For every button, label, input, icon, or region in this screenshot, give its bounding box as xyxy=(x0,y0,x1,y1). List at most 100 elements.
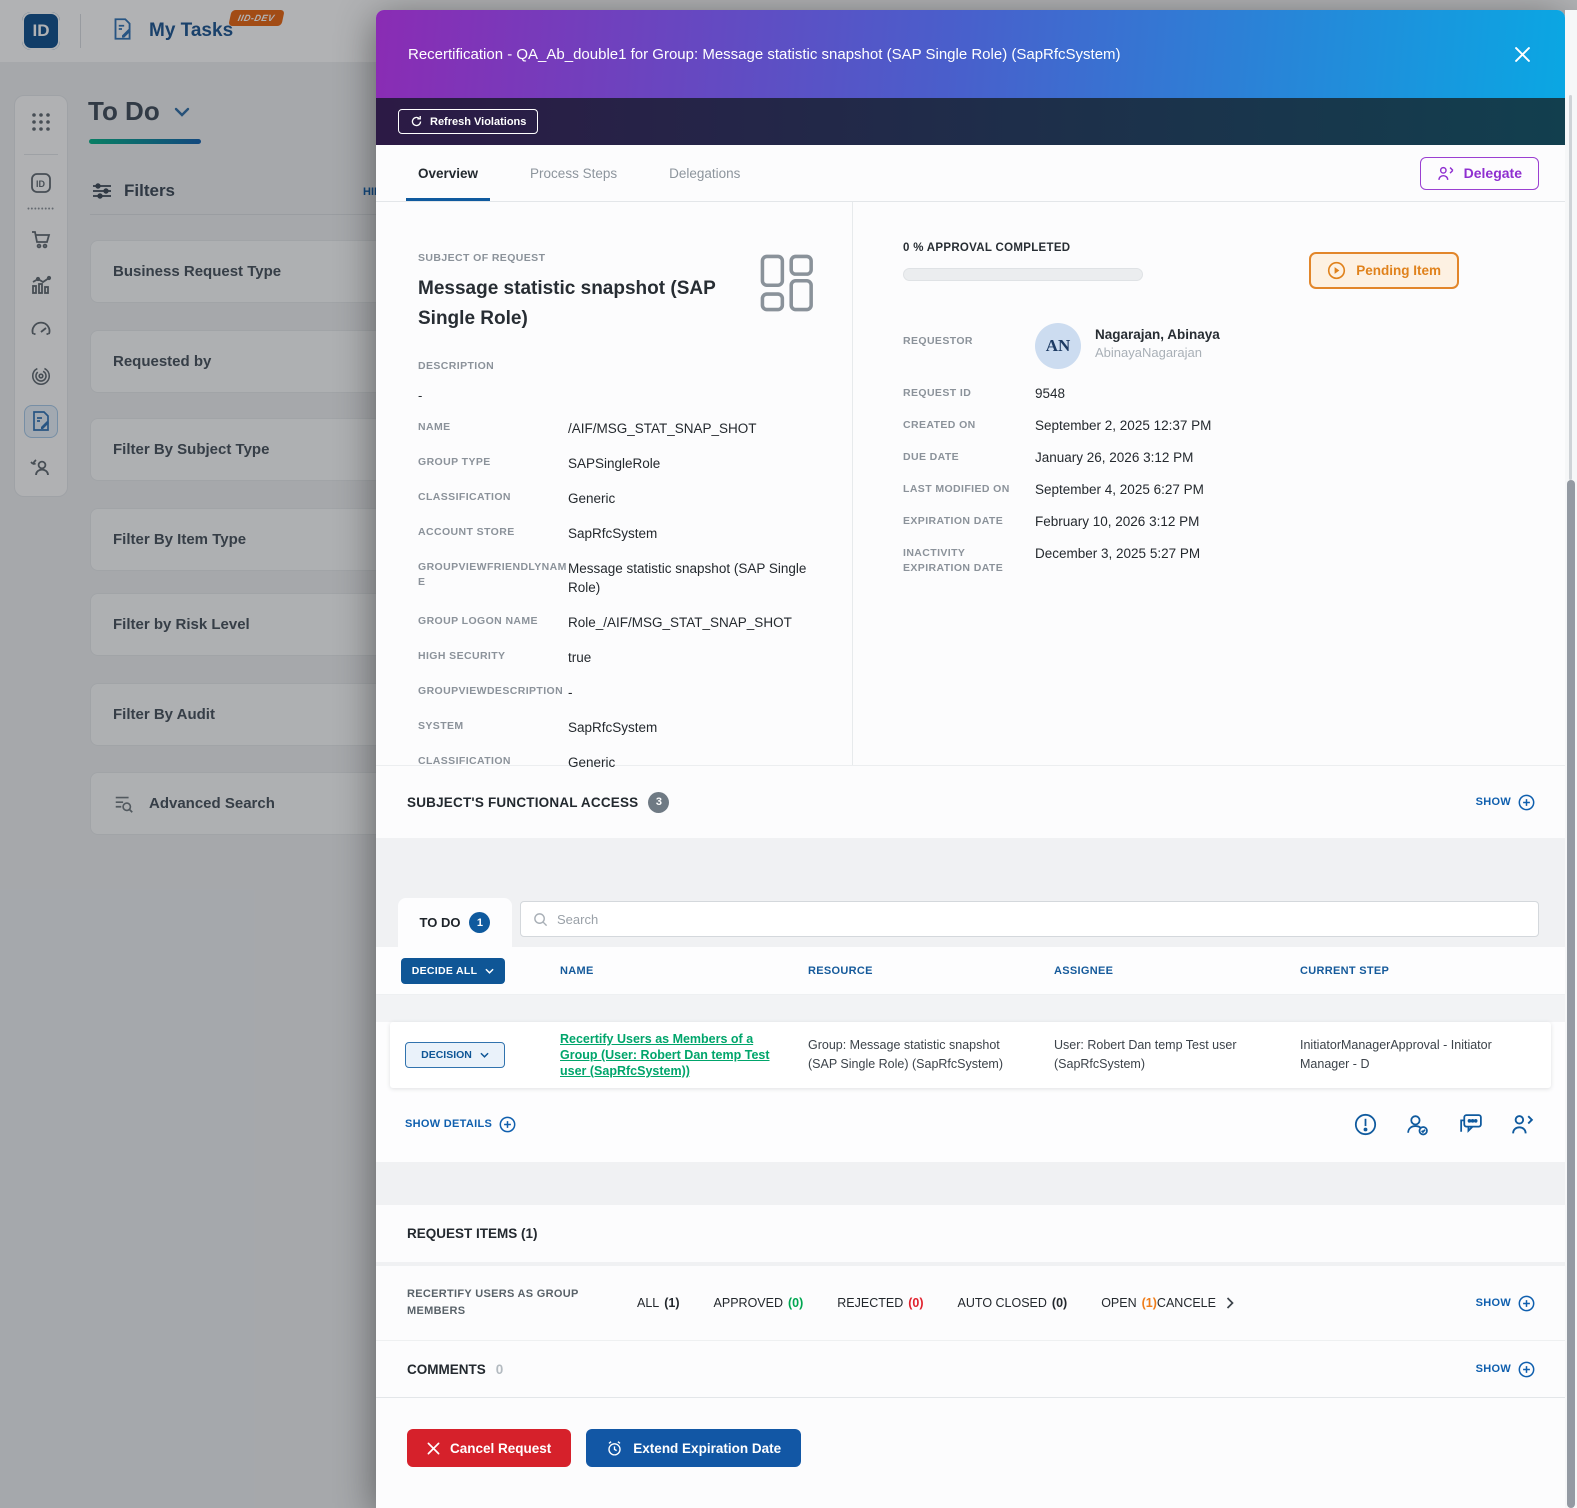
comments-title: COMMENTS xyxy=(407,1361,486,1377)
stat-label: ALL xyxy=(637,1296,660,1310)
request-items-title: REQUEST ITEMS (1) xyxy=(407,1226,538,1241)
stat-label: OPEN xyxy=(1101,1296,1137,1310)
search-input[interactable] xyxy=(557,911,1526,927)
meta-row: LAST MODIFIED ON September 4, 2025 6:27 P… xyxy=(903,482,1539,497)
assignee-check-icon[interactable] xyxy=(1404,1112,1431,1137)
attribute-value: SapRfcSystem xyxy=(568,526,658,541)
meta-value: 9548 xyxy=(1035,386,1066,401)
attribute-row: CLASSIFICATION Generic xyxy=(418,489,826,508)
delegate-user-icon[interactable] xyxy=(1510,1112,1535,1136)
stat-item[interactable]: APPROVED (0) xyxy=(714,1296,804,1310)
attribute-row: GROUP TYPE SAPSingleRole xyxy=(418,454,826,473)
attribute-value: Generic xyxy=(568,755,616,770)
row-current-step: InitiatorManagerApproval - Initiator Man… xyxy=(1300,1038,1492,1071)
column-header-resource[interactable]: RESOURCE xyxy=(808,965,1054,977)
meta-label: CREATED ON xyxy=(903,419,976,431)
delegate-user-icon xyxy=(1437,166,1453,180)
chevron-right-icon xyxy=(1226,1297,1234,1309)
avatar: AN xyxy=(1035,323,1081,369)
functional-access-title: SUBJECT'S FUNCTIONAL ACCESS xyxy=(407,794,639,810)
column-header-name[interactable]: NAME xyxy=(560,965,808,977)
plus-circle-icon xyxy=(1518,1361,1535,1377)
subject-details-column: SUBJECT OF REQUEST Message statistic sna… xyxy=(376,202,853,770)
plus-circle-icon xyxy=(1518,1295,1535,1311)
subject-title: Message statistic snapshot (SAP Single R… xyxy=(418,278,716,329)
attribute-label: ACCOUNT STORE xyxy=(418,526,515,538)
section-gap xyxy=(376,1162,1565,1205)
info-alert-icon[interactable] xyxy=(1353,1112,1378,1137)
tab-delegations[interactable]: Delegations xyxy=(669,145,740,201)
stat-item[interactable]: OPEN (1) xyxy=(1101,1296,1157,1310)
canceled-stat[interactable]: CANCELE xyxy=(1157,1296,1234,1310)
overview-section: SUBJECT OF REQUEST Message statistic sna… xyxy=(376,202,1565,770)
recertification-modal: Recertification - QA_Ab_double1 for Grou… xyxy=(376,10,1565,1508)
request-items-row: RECERTIFY USERS AS GROUP MEMBERS ALL (1) A… xyxy=(376,1266,1565,1340)
description-value: - xyxy=(418,388,423,403)
comments-icon[interactable] xyxy=(1457,1112,1484,1137)
meta-label: DUE DATE xyxy=(903,451,960,463)
tab-process-steps[interactable]: Process Steps xyxy=(530,145,617,201)
requestor-username: AbinayaNagarajan xyxy=(1095,345,1202,360)
attribute-label: NAME xyxy=(418,421,451,433)
meta-value: January 26, 2026 3:12 PM xyxy=(1035,450,1194,465)
table-header-row: DECIDE ALL NAME RESOURCE ASSIGNEE CURREN… xyxy=(376,947,1565,995)
todo-tab-band: TO DO 1 xyxy=(376,893,1565,947)
column-header-current-step[interactable]: CURRENT STEP xyxy=(1300,965,1565,977)
modal-title: Recertification - QA_Ab_double1 for Grou… xyxy=(408,45,1121,63)
request-meta-list: REQUEST ID 9548 CREATED ON September 2, 202… xyxy=(903,386,1539,576)
request-items-header: REQUEST ITEMS (1) xyxy=(376,1205,1565,1262)
decide-all-button[interactable]: DECIDE ALL xyxy=(401,957,505,984)
stat-item[interactable]: AUTO CLOSED (0) xyxy=(958,1296,1068,1310)
modal-header: Recertification - QA_Ab_double1 for Grou… xyxy=(376,10,1565,98)
scrollbar-thumb[interactable] xyxy=(1567,480,1575,1508)
attribute-row: ACCOUNT STORE SapRfcSystem xyxy=(418,524,826,543)
meta-value: December 3, 2025 5:27 PM xyxy=(1035,546,1201,561)
meta-label: LAST MODIFIED ON xyxy=(903,483,1010,495)
attribute-value: SapRfcSystem xyxy=(568,720,658,735)
attribute-value: SAPSingleRole xyxy=(568,456,661,471)
table-row-gap xyxy=(376,995,1565,1022)
delegate-button[interactable]: Delegate xyxy=(1419,156,1539,190)
show-details-link[interactable]: SHOW DETAILS xyxy=(405,1116,516,1133)
approval-progress-bar xyxy=(903,268,1143,281)
functional-access-show-link[interactable]: SHOW xyxy=(1476,794,1535,811)
chevron-down-icon xyxy=(480,1052,489,1058)
request-items-show-link[interactable]: SHOW xyxy=(1476,1295,1535,1312)
column-header-assignee[interactable]: ASSIGNEE xyxy=(1054,965,1300,977)
attribute-value: Role_/AIF/MSG_STAT_SNAP_SHOT xyxy=(568,615,792,630)
request-item-stats: ALL (1) APPROVED (0) REJECTED (0) AUTO CLOSED (… xyxy=(637,1296,1157,1310)
tab-overview[interactable]: Overview xyxy=(405,145,491,201)
tab-todo[interactable]: TO DO 1 xyxy=(398,898,512,947)
stat-label: APPROVED xyxy=(713,1296,783,1310)
search-icon xyxy=(534,912,548,926)
stat-label: AUTO CLOSED xyxy=(957,1296,1047,1310)
attribute-value: - xyxy=(568,685,573,700)
attribute-label: GROUPVIEWDESCRIPTION xyxy=(418,685,564,697)
modal-footer: Cancel Request Extend Expiration Date xyxy=(376,1398,1565,1508)
stat-item[interactable]: REJECTED (0) xyxy=(837,1296,923,1310)
comments-show-link[interactable]: SHOW xyxy=(1476,1361,1535,1378)
decision-dropdown-button[interactable]: DECISION xyxy=(405,1042,505,1068)
alarm-clock-icon xyxy=(608,1440,622,1456)
todo-count-badge: 1 xyxy=(469,912,491,933)
stat-item[interactable]: ALL (1) xyxy=(637,1296,680,1310)
violations-toolbar: Refresh Violations xyxy=(376,98,1565,145)
attribute-row: GROUP LOGON NAME Role_/AIF/MSG_STAT_SNAP_… xyxy=(418,613,826,632)
refresh-violations-button[interactable]: Refresh Violations xyxy=(398,109,539,134)
refresh-icon xyxy=(411,115,422,127)
todo-table: DECIDE ALL NAME RESOURCE ASSIGNEE CURREN… xyxy=(376,947,1565,1162)
cancel-request-button[interactable]: Cancel Request xyxy=(407,1429,572,1467)
attribute-row: NAME/AIF/MSG_STAT_SNAP_SHOT xyxy=(418,419,826,438)
meta-row: INACTIVITY EXPIRATION DATE December 3, 20… xyxy=(903,546,1539,576)
row-name-link[interactable]: Recertify Users as Members of a Group (U… xyxy=(560,1031,775,1079)
chevron-down-icon xyxy=(485,968,494,974)
attribute-row: CLASSIFICATION Generic xyxy=(418,753,826,772)
extend-expiration-button[interactable]: Extend Expiration Date xyxy=(586,1429,802,1467)
scrollbar-track[interactable] xyxy=(1565,10,1577,1508)
comments-count: 0 xyxy=(495,1361,504,1377)
meta-label: REQUEST ID xyxy=(903,387,972,399)
row-resource: Group: Message statistic snapshot (SAP S… xyxy=(808,1038,1003,1071)
row-actions-bar: SHOW DETAILS xyxy=(376,1098,1565,1150)
close-icon[interactable] xyxy=(1509,41,1535,67)
attribute-row: GROUPVIEWDESCRIPTION - xyxy=(418,683,826,702)
